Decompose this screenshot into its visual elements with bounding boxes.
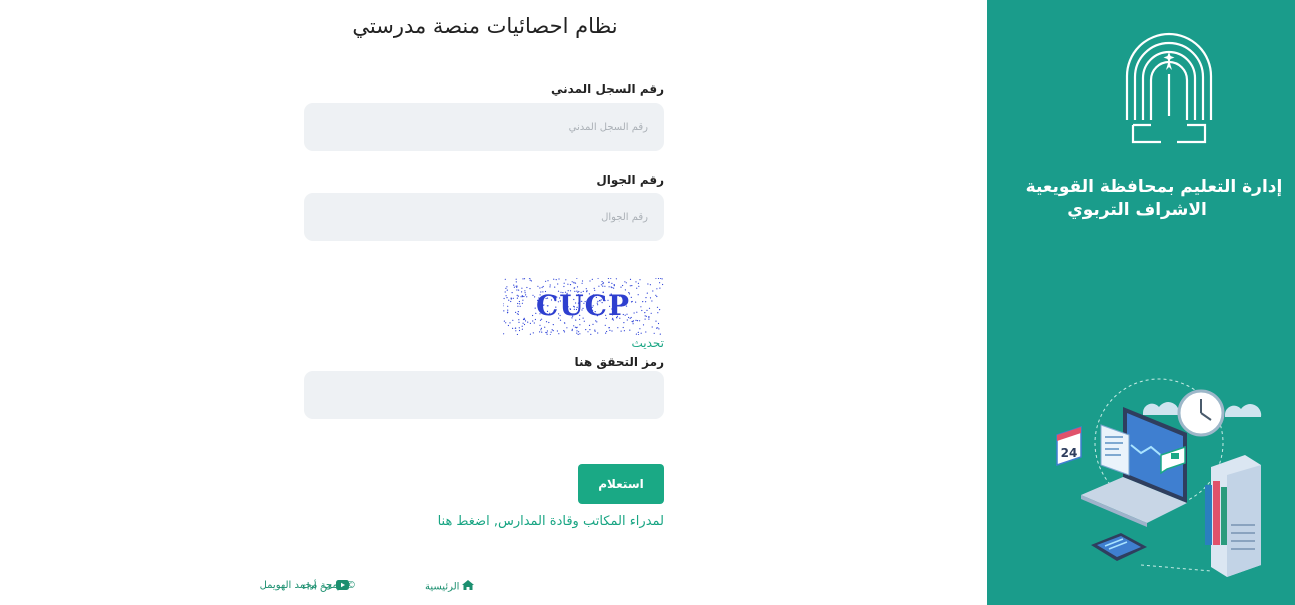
mobile-label: رقم الجوال <box>596 173 664 187</box>
organization-name: إدارة التعليم بمحافظة القويعية الاشراف ا… <box>987 176 1287 222</box>
organization-line2: الاشراف التربوي <box>1067 200 1207 220</box>
login-panel: نظام احصائيات منصة مدرستي رقم السجل المد… <box>0 0 987 605</box>
footer-home-link[interactable]: الرئيسية <box>425 580 475 593</box>
captcha-label: رمز التحقق هنا <box>574 355 664 369</box>
captcha-image: CUCP <box>503 278 664 335</box>
cloud-icon-left <box>1142 402 1180 415</box>
page-title: نظام احصائيات منصة مدرستي <box>352 14 618 38</box>
submit-button[interactable]: استعلام <box>578 464 664 504</box>
phone-icon <box>1091 533 1147 561</box>
organization-line1: إدارة التعليم بمحافظة القويعية <box>1025 177 1283 197</box>
calendar-icon: 24 <box>1056 425 1082 467</box>
clock-icon <box>1177 389 1225 437</box>
captcha-input[interactable] <box>304 371 664 419</box>
footer-home-label: الرئيسية <box>425 581 460 593</box>
civil-id-label: رقم السجل المدني <box>551 82 664 96</box>
captcha-refresh-link[interactable]: تحديث <box>304 336 664 350</box>
home-icon <box>462 580 475 593</box>
captcha-code: CUCP <box>536 289 630 322</box>
sidebar: إدارة التعليم بمحافظة القويعية الاشراف ا… <box>987 0 1295 605</box>
footer-about-label: عن أداء <box>302 581 334 593</box>
logo-image <box>1125 32 1213 144</box>
calendar-number: 24 <box>1061 446 1078 460</box>
managers-login-link[interactable]: لمدراء المكاتب وقادة المدارس, اضغط هنا <box>304 514 664 529</box>
cloud-icon-right <box>1224 404 1262 417</box>
youtube-icon <box>336 580 350 593</box>
footer-about-link[interactable]: عن أداء <box>302 580 350 593</box>
mobile-input[interactable] <box>304 193 664 241</box>
civil-id-input[interactable] <box>304 103 664 151</box>
education-illustration: 24 <box>1056 378 1262 577</box>
